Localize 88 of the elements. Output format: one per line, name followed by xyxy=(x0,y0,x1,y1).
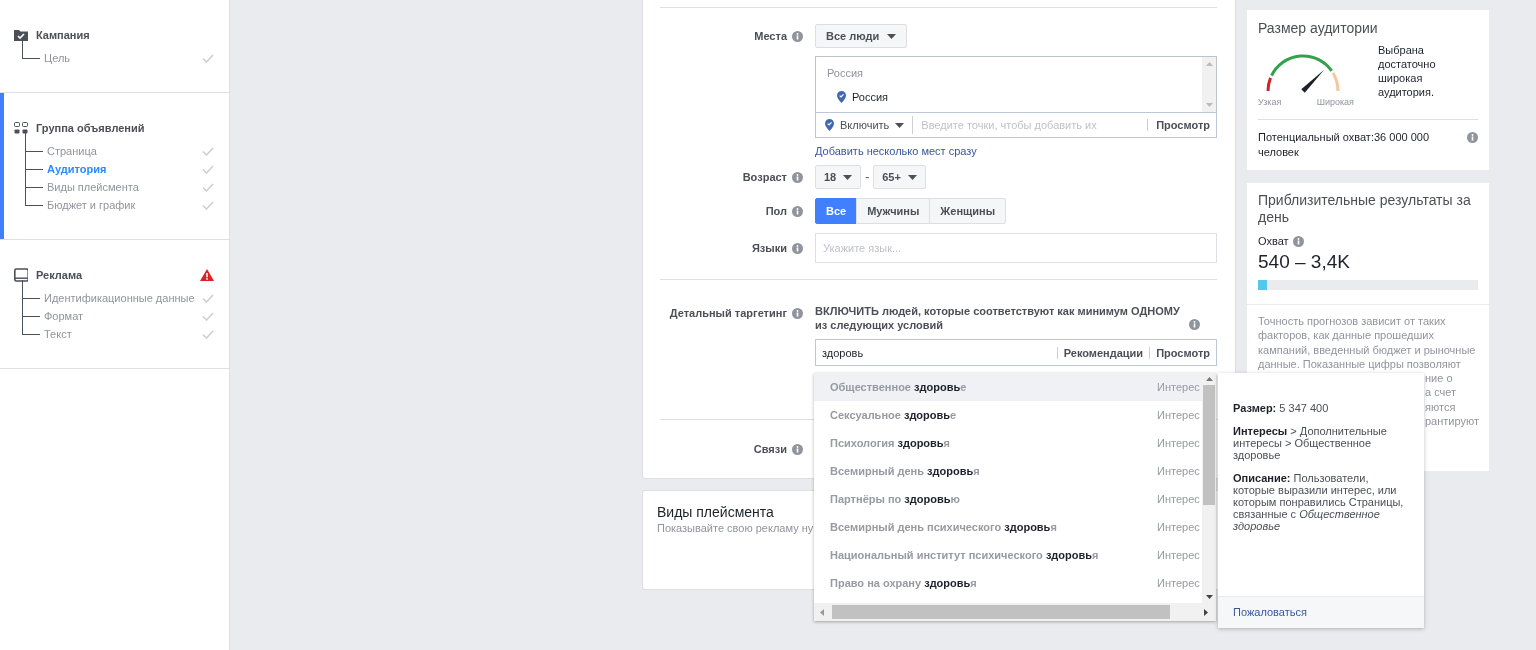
location-pin-icon xyxy=(837,91,846,103)
location-search-field[interactable]: Включить Введите точки, чтобы добавить их Просмотр xyxy=(815,112,1217,138)
browse-button[interactable]: Просмотр xyxy=(1147,119,1216,131)
targeting-search-field[interactable]: здоровь Рекомендации Просмотр xyxy=(815,339,1217,366)
arrow-right-icon xyxy=(1204,608,1208,616)
age-min-dropdown[interactable]: 18 xyxy=(815,165,862,189)
info-icon xyxy=(792,443,803,455)
gender-option[interactable]: Все xyxy=(815,198,858,224)
sidebar-section[interactable]: Кампания Цель xyxy=(0,0,229,93)
location-group-heading: Россия xyxy=(827,67,865,79)
sidebar-section[interactable]: Реклама Идентификационные данные Формат Текст xyxy=(0,240,229,369)
warning-icon xyxy=(200,269,214,281)
gender-option[interactable]: Женщины xyxy=(929,198,1007,224)
note-text: данные. Показанные цифры позволяют xyxy=(1258,356,1462,372)
note-text: кампаний, введенный бюджет и рыночные xyxy=(1258,342,1477,357)
sidebar-item[interactable]: Аудитория xyxy=(47,163,107,175)
language-field[interactable]: Укажите язык... xyxy=(815,233,1217,263)
browse-button[interactable]: Просмотр xyxy=(1149,346,1216,359)
potential-reach: Потенциальный охват:36 000 000 человек xyxy=(1258,130,1431,160)
field-label: Места xyxy=(754,30,787,42)
note-text: Точность прогнозов зависит от таких xyxy=(1258,314,1447,329)
suggestion-item[interactable]: Всемирный день психического здоровья Интерес xyxy=(814,513,1202,541)
field-label: Возраст xyxy=(742,171,787,183)
age-separator: - xyxy=(865,170,870,184)
gauge-label: Широкая xyxy=(1316,97,1354,107)
arrow-down-icon xyxy=(1205,103,1213,107)
bulk-locations-link[interactable]: Добавить несколько мест сразу xyxy=(815,145,1217,157)
info-icon xyxy=(792,30,803,42)
scrollbar[interactable] xyxy=(1202,373,1216,603)
field-label: Детальный таргетинг xyxy=(669,307,787,319)
tooltip-text: Интересы > Дополнительные интересы > Общественное здоровье xyxy=(1233,425,1388,461)
note-text: ние о xyxy=(1425,371,1454,386)
info-icon xyxy=(792,242,803,254)
folder-check-icon xyxy=(14,28,28,42)
info-icon xyxy=(792,307,803,319)
monitor-icon xyxy=(14,268,28,282)
suggestion-item[interactable]: Сексуальное здоровье Интерес xyxy=(814,401,1202,429)
caret-icon xyxy=(907,174,917,180)
targeting-instruction: ВКЛЮЧИТЬ людей, которые соответствуют как минимум ОДНОМУ из следующих условий xyxy=(815,304,1181,332)
section-title[interactable]: Кампания xyxy=(36,29,90,41)
suggestion-item[interactable]: Психология здоровья Интерес xyxy=(814,429,1202,457)
scrollbar[interactable] xyxy=(1202,57,1216,112)
caret-icon xyxy=(895,122,905,128)
age-max-dropdown[interactable]: 65+ xyxy=(873,165,926,189)
scrollbar[interactable] xyxy=(814,603,1216,621)
info-icon xyxy=(1467,132,1478,143)
tooltip-text: Размер: 5 347 400 xyxy=(1233,402,1330,414)
gauge-label: Узкая xyxy=(1258,97,1282,107)
field-label: Языки xyxy=(751,242,787,254)
sidebar-section[interactable]: Группа объявлений Страница Аудитория Виды плейсмента Бюджет и график xyxy=(0,93,229,240)
note-text: а счет xyxy=(1425,385,1458,400)
suggestion-item[interactable]: Партнёры по здоровью Интерес xyxy=(814,485,1202,513)
note-text: рантируют xyxy=(1425,414,1478,429)
section-title[interactable]: Группа объявлений xyxy=(36,122,145,134)
location-pin-icon xyxy=(825,119,834,131)
suggestion-item[interactable]: Общественное здоровье Интерес xyxy=(814,373,1202,401)
tooltip-text: Описание: Пользователи, которые выразили интерес, или которым понравились Страницы, связанные с Общественное здоровье xyxy=(1233,472,1405,532)
gender-option[interactable]: Мужчины xyxy=(856,198,931,224)
arrow-down-icon xyxy=(1205,595,1213,599)
arrow-up-icon xyxy=(1205,377,1213,381)
note-text: яются xyxy=(1425,399,1457,415)
info-icon xyxy=(792,205,803,217)
info-icon xyxy=(1292,235,1304,247)
audience-verdict: Выбрана достаточно широкая аудитория. xyxy=(1378,43,1437,100)
suggestion-item[interactable]: Национальный институт психического здоровья Интерес xyxy=(814,541,1202,569)
suggestion-item[interactable]: Всемирный день здоровья Интерес xyxy=(814,457,1202,485)
arrow-up-icon xyxy=(1205,62,1213,66)
section-title[interactable]: Реклама xyxy=(36,269,83,281)
grid-icon xyxy=(14,121,28,135)
caret-icon xyxy=(843,174,853,180)
info-icon xyxy=(1189,319,1200,330)
suggestion-item[interactable]: Право на охрану здоровья Интерес xyxy=(814,569,1202,597)
caret-icon xyxy=(887,33,897,39)
reach-label: Охват xyxy=(1258,235,1289,247)
card-title: Виды плейсмента xyxy=(657,504,775,520)
reach-value: 540 – 3,4K xyxy=(1258,251,1351,273)
location-item: Россия xyxy=(852,91,889,103)
field-label: Пол xyxy=(765,205,787,217)
info-icon xyxy=(792,171,803,183)
field-label: Связи xyxy=(753,443,787,455)
audience-dropdown[interactable]: Все люди xyxy=(815,24,908,48)
card-title: Размер аудитории xyxy=(1258,20,1379,37)
card-title: Приблизительные результаты за день xyxy=(1258,192,1472,226)
arrow-left-icon xyxy=(820,608,824,616)
suggestions-button[interactable]: Рекомендации xyxy=(1056,346,1150,359)
card-subtitle: Показывайте свою рекламу ну xyxy=(657,522,814,534)
note-text: факторов, как данные прошедших xyxy=(1258,328,1435,343)
include-dropdown[interactable]: Включить xyxy=(816,116,914,134)
